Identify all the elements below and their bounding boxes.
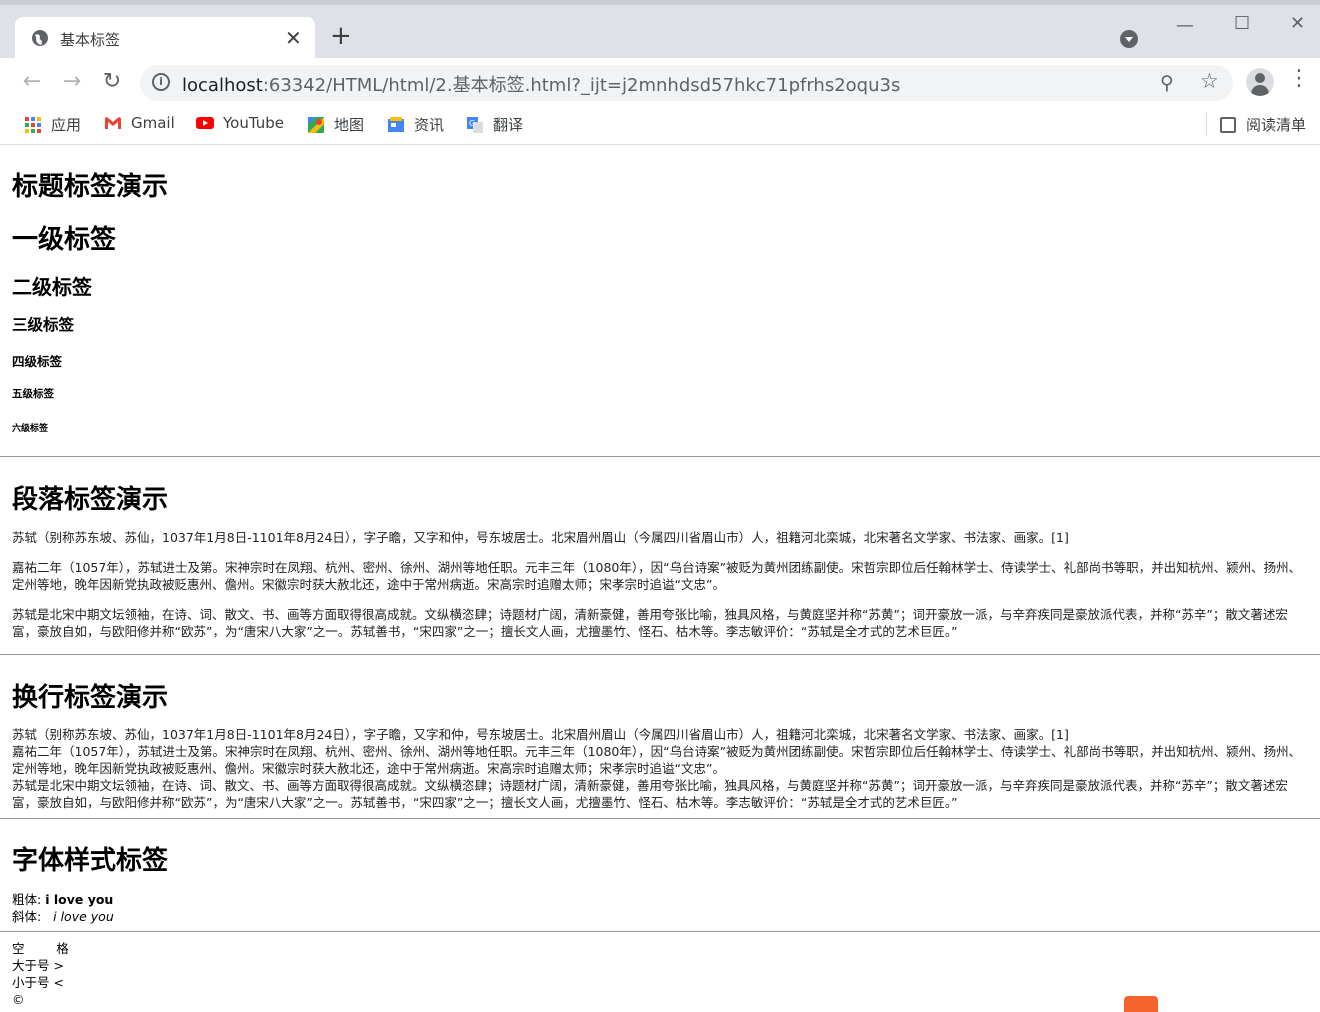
close-window-icon[interactable]: ✕ — [1290, 13, 1305, 34]
paragraph-3: 苏轼是北宋中期文坛领袖，在诗、词、散文、书、画等方面取得很高成就。文纵横恣肆；诗… — [12, 607, 1288, 639]
new-tab-button[interactable]: + — [330, 23, 352, 49]
heading-h5: 五级标签 — [12, 388, 54, 400]
heading-font-style: 字体样式标签 — [12, 846, 169, 876]
italic-text: i love you — [53, 909, 114, 924]
tab-active[interactable]: 基本标签 ✕ — [15, 17, 315, 63]
menu-dots-icon[interactable]: ⋮ — [1288, 66, 1310, 91]
less-than-line: 小于号 < — [12, 975, 64, 990]
linebreak-line-2: 嘉祐二年（1057年），苏轼进士及第。宋神宗时在凤翔、杭州、密州、徐州、湖州等地… — [12, 744, 1302, 776]
youtube-icon — [196, 117, 214, 129]
bookmark-translate[interactable]: G 翻译 — [466, 114, 523, 135]
zoom-icon[interactable]: ⚲ — [1160, 72, 1174, 94]
address-bar[interactable]: i localhost:63342/HTML/html/2.基本标签.html?… — [140, 65, 1233, 101]
divider — [0, 456, 1320, 457]
bookmark-divider — [1206, 112, 1207, 136]
reading-list-button[interactable]: 阅读清单 — [1220, 114, 1306, 135]
heading-h3: 三级标签 — [12, 316, 75, 334]
heading-paragraph-demo: 段落标签演示 — [12, 485, 169, 515]
bookmark-label: Gmail — [131, 114, 175, 132]
bookmark-news[interactable]: 资讯 — [387, 114, 444, 135]
reading-list-label: 阅读清单 — [1246, 116, 1307, 134]
maximize-icon[interactable]: ☐ — [1234, 13, 1250, 34]
reading-list-icon — [1220, 116, 1236, 133]
copyright-line: © — [12, 992, 25, 1007]
linebreak-block: 苏轼（别称苏东坡、苏仙，1037年1月8日-1101年8月24日），字子瞻，又字… — [12, 726, 1312, 811]
bookmark-label: YouTube — [223, 114, 284, 132]
tab-strip: 基本标签 ✕ + — ☐ ✕ — [0, 0, 1320, 63]
bookmark-label: 翻译 — [493, 116, 524, 134]
bookmark-label: 资讯 — [414, 116, 445, 134]
heading-h1: 一级标签 — [12, 225, 117, 255]
italic-label: 斜体: — [12, 909, 42, 924]
bookmarks-bar: 应用 Gmail YouTube 地图 资讯 G 翻译 阅读清单 — [0, 106, 1320, 145]
profile-avatar-icon[interactable] — [1246, 68, 1274, 96]
translate-icon: G — [467, 116, 483, 133]
url-text[interactable]: localhost:63342/HTML/html/2.基本标签.html?_i… — [182, 71, 900, 97]
tab-title: 基本标签 — [60, 31, 121, 49]
apps-grid-icon — [25, 116, 41, 133]
minimize-icon[interactable]: — — [1176, 15, 1194, 36]
divider — [0, 931, 1320, 932]
bold-text: i love you — [45, 892, 114, 907]
paragraph-2: 嘉祐二年（1057年），苏轼进士及第。宋神宗时在凤翔、杭州、密州、徐州、湖州等地… — [12, 560, 1302, 592]
bookmark-gmail[interactable]: Gmail — [104, 114, 175, 132]
tab-search-icon[interactable] — [1120, 30, 1138, 48]
globe-icon — [32, 30, 48, 46]
divider — [0, 654, 1320, 655]
linebreak-line-1: 苏轼（别称苏东坡、苏仙，1037年1月8日-1101年8月24日），字子瞻，又字… — [12, 727, 1069, 742]
linebreak-line-3: 苏轼是北宋中期文坛领袖，在诗、词、散文、书、画等方面取得很高成就。文纵横恣肆；诗… — [12, 778, 1288, 810]
tab-close-icon[interactable]: ✕ — [285, 26, 302, 50]
info-icon[interactable]: i — [152, 73, 170, 91]
divider — [0, 818, 1320, 819]
news-icon — [388, 116, 404, 132]
browser-toolbar: ← → ↻ i localhost:63342/HTML/html/2.基本标签… — [0, 58, 1320, 106]
gmail-icon — [105, 117, 121, 129]
bookmark-apps[interactable]: 应用 — [24, 114, 81, 135]
bold-line: 粗体: i love you — [12, 891, 113, 908]
space-line: 空 格 — [12, 941, 69, 956]
bookmark-label: 应用 — [51, 116, 82, 134]
heading-h6: 六级标签 — [12, 424, 49, 434]
back-icon[interactable]: ← — [18, 68, 46, 96]
maps-icon — [308, 116, 324, 133]
heading-linebreak-demo: 换行标签演示 — [12, 683, 169, 713]
forward-icon[interactable]: → — [58, 68, 86, 96]
bookmark-maps[interactable]: 地图 — [307, 114, 364, 135]
reload-icon[interactable]: ↻ — [98, 68, 126, 96]
bookmark-star-icon[interactable]: ☆ — [1200, 69, 1219, 93]
bookmark-label: 地图 — [334, 116, 365, 134]
svg-text:G: G — [469, 119, 475, 128]
greater-than-line: 大于号 > — [12, 958, 64, 973]
bookmark-youtube[interactable]: YouTube — [196, 114, 284, 132]
heading-h4: 四级标签 — [12, 354, 63, 369]
paragraph-1: 苏轼（别称苏东坡、苏仙，1037年1月8日-1101年8月24日），字子瞻，又字… — [12, 530, 1069, 545]
italic-line: 斜体: i love you — [12, 908, 114, 925]
bold-label: 粗体: — [12, 892, 42, 907]
corner-logo-icon[interactable] — [1124, 996, 1158, 1012]
heading-title-demo: 标题标签演示 — [12, 172, 169, 202]
heading-h2: 二级标签 — [12, 275, 92, 299]
